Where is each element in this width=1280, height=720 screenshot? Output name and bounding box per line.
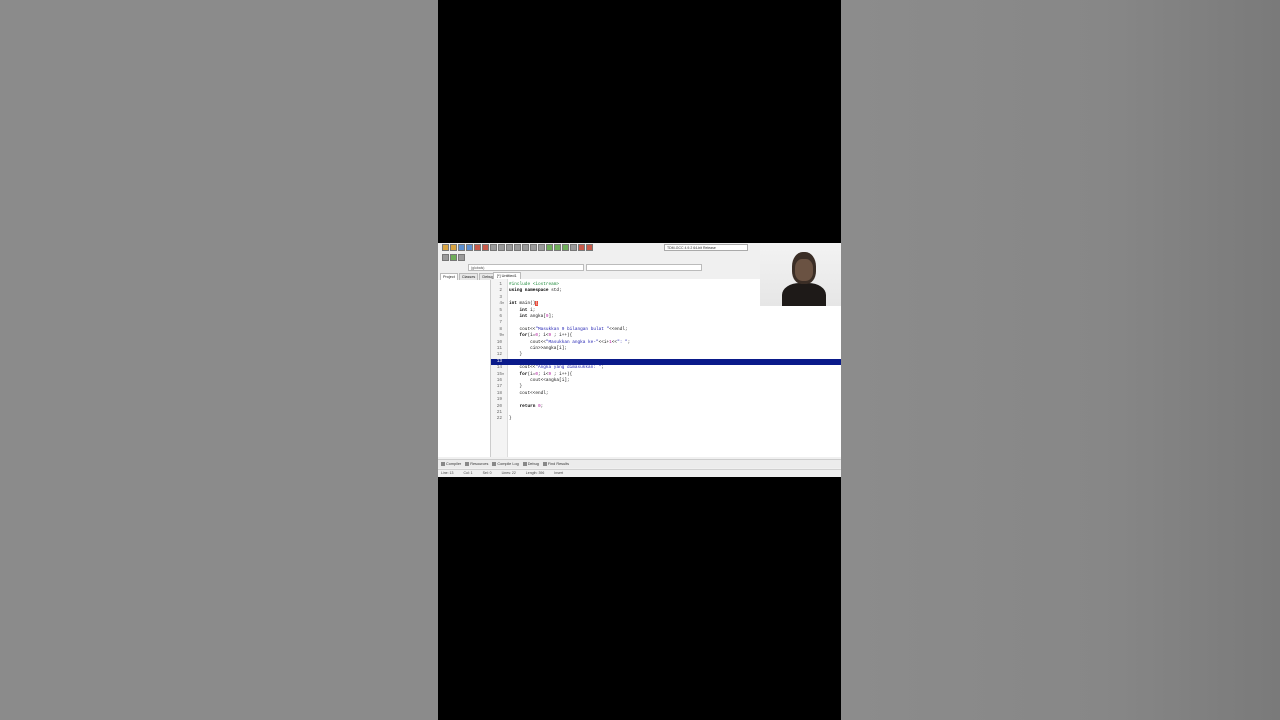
find-results-icon <box>542 462 547 466</box>
debug-icon[interactable] <box>578 244 585 251</box>
tab-debug-output-label: Debug <box>527 462 539 466</box>
compiler-select[interactable]: TDM-GCC 4.9.2 64-bit Release <box>664 244 748 251</box>
close-all-icon[interactable] <box>482 244 489 251</box>
compile-icon[interactable] <box>546 244 553 251</box>
bottom-panel-tabs: Compiler Resources Compile Log Debug Fin… <box>438 459 841 468</box>
tab-compile-log[interactable]: Compile Log <box>492 462 519 466</box>
debug-output-icon <box>522 462 527 466</box>
member-select[interactable] <box>586 264 702 271</box>
tab-resources-label: Resources <box>470 462 489 466</box>
status-bar: Line: 13 Col: 1 Sel: 0 Lines: 22 Length:… <box>438 469 841 477</box>
project-panel <box>438 280 491 457</box>
scope-select[interactable]: (globals) <box>468 264 584 271</box>
status-lines: Lines: 22 <box>501 471 516 475</box>
open-file-icon[interactable] <box>450 244 457 251</box>
run-icon[interactable] <box>554 244 561 251</box>
tab-find-results-label: Find Results <box>547 462 569 466</box>
tab-compiler-label: Compiler <box>446 462 462 466</box>
save-all-icon[interactable] <box>466 244 473 251</box>
secondary-toolbar <box>442 254 465 261</box>
status-mode: Insert <box>554 471 564 475</box>
resources-icon <box>465 462 470 466</box>
replace-icon[interactable] <box>522 244 529 251</box>
blurred-background-right <box>841 0 1280 720</box>
webcam-overlay <box>760 243 841 306</box>
tab-compile-log-label: Compile Log <box>497 462 519 466</box>
scope-bar: (globals) <box>468 264 702 271</box>
tab-compiler[interactable]: Compiler <box>441 462 461 466</box>
tab-find-results[interactable]: Find Results <box>542 462 569 466</box>
rebuild-icon[interactable] <box>570 244 577 251</box>
tab-debug-output[interactable]: Debug <box>522 462 539 466</box>
bookmark-icon[interactable] <box>458 254 465 261</box>
compile-run-icon[interactable] <box>562 244 569 251</box>
stop-icon[interactable] <box>586 244 593 251</box>
close-file-icon[interactable] <box>474 244 481 251</box>
find-icon[interactable] <box>514 244 521 251</box>
redo-icon[interactable] <box>506 244 513 251</box>
main-toolbar: TDM-GCC 4.9.2 64-bit Release <box>438 243 764 252</box>
code-text: } <box>509 416 512 422</box>
new-file-icon[interactable] <box>442 244 449 251</box>
status-col: Col: 1 <box>463 471 473 475</box>
tab-resources[interactable]: Resources <box>465 462 488 466</box>
print-icon[interactable] <box>490 244 497 251</box>
undo-icon[interactable] <box>498 244 505 251</box>
presenter-image <box>782 249 826 306</box>
class-browser-icon[interactable] <box>442 254 449 261</box>
compiler-icon <box>441 462 445 466</box>
line-number: 22 <box>496 416 502 422</box>
status-sel: Sel: 0 <box>482 471 492 475</box>
goto-icon[interactable] <box>450 254 457 261</box>
status-length: Length: 396 <box>525 471 545 475</box>
blurred-background-left <box>0 0 438 720</box>
save-icon[interactable] <box>458 244 465 251</box>
video-frame: TDM-GCC 4.9.2 64-bit Release (globals) P… <box>438 0 841 720</box>
code-line[interactable]: 22} <box>491 416 841 422</box>
unindent-icon[interactable] <box>538 244 545 251</box>
status-line: Line: 13 <box>441 471 454 475</box>
compile-log-icon <box>492 462 497 466</box>
indent-icon[interactable] <box>530 244 537 251</box>
